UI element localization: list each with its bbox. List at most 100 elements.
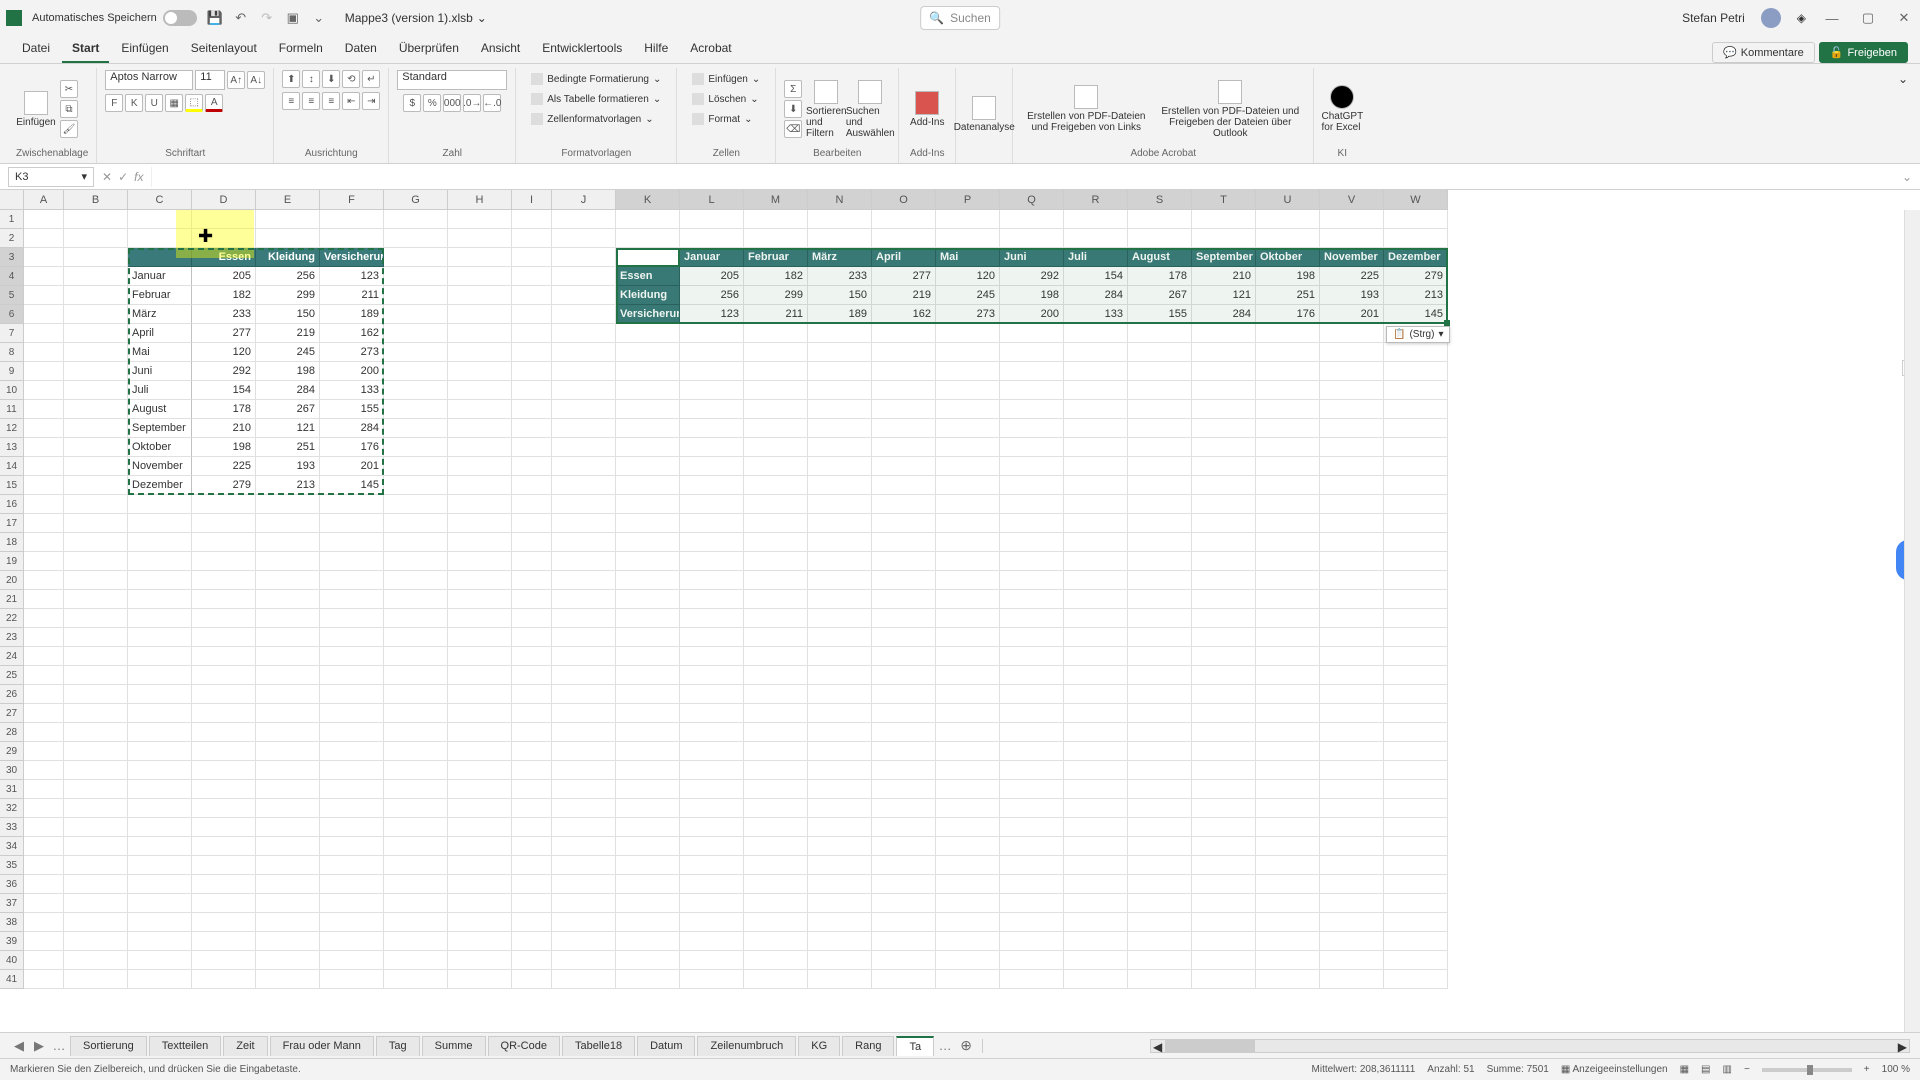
cell-E6[interactable]: 150	[256, 305, 320, 324]
cell-I30[interactable]	[512, 761, 552, 780]
cell-C22[interactable]	[128, 609, 192, 628]
cell-O23[interactable]	[872, 628, 936, 647]
font-name-select[interactable]: Aptos Narrow	[105, 70, 193, 90]
cell-E27[interactable]	[256, 704, 320, 723]
cell-U40[interactable]	[1256, 951, 1320, 970]
row-header-38[interactable]: 38	[0, 913, 24, 932]
row-header-11[interactable]: 11	[0, 400, 24, 419]
cell-E25[interactable]	[256, 666, 320, 685]
cell-S29[interactable]	[1128, 742, 1192, 761]
cell-K29[interactable]	[616, 742, 680, 761]
cell-I22[interactable]	[512, 609, 552, 628]
cell-K6[interactable]: Versicherung	[616, 305, 680, 324]
cell-J5[interactable]	[552, 286, 616, 305]
delete-cells-button[interactable]: Löschen ⌄	[685, 90, 765, 108]
cell-T4[interactable]: 210	[1192, 267, 1256, 286]
cell-L34[interactable]	[680, 837, 744, 856]
row-header-24[interactable]: 24	[0, 647, 24, 666]
cell-J22[interactable]	[552, 609, 616, 628]
cell-I28[interactable]	[512, 723, 552, 742]
cell-T24[interactable]	[1192, 647, 1256, 666]
cell-R1[interactable]	[1064, 210, 1128, 229]
cell-G10[interactable]	[384, 381, 448, 400]
cell-U19[interactable]	[1256, 552, 1320, 571]
cell-V37[interactable]	[1320, 894, 1384, 913]
cell-F6[interactable]: 189	[320, 305, 384, 324]
cell-N8[interactable]	[808, 343, 872, 362]
font-size-select[interactable]: 11	[195, 70, 225, 90]
cell-T20[interactable]	[1192, 571, 1256, 590]
cell-C10[interactable]: Juli	[128, 381, 192, 400]
sort-filter-button[interactable]: Sortieren und Filtern	[806, 80, 846, 139]
cell-E11[interactable]: 267	[256, 400, 320, 419]
cell-B15[interactable]	[64, 476, 128, 495]
cell-A37[interactable]	[24, 894, 64, 913]
cell-V12[interactable]	[1320, 419, 1384, 438]
cell-J23[interactable]	[552, 628, 616, 647]
cell-P19[interactable]	[936, 552, 1000, 571]
cell-N20[interactable]	[808, 571, 872, 590]
cell-P38[interactable]	[936, 913, 1000, 932]
cell-I33[interactable]	[512, 818, 552, 837]
cell-A4[interactable]	[24, 267, 64, 286]
cell-H5[interactable]	[448, 286, 512, 305]
cell-S12[interactable]	[1128, 419, 1192, 438]
cell-W33[interactable]	[1384, 818, 1448, 837]
cell-T12[interactable]	[1192, 419, 1256, 438]
cell-F9[interactable]: 200	[320, 362, 384, 381]
cell-W2[interactable]	[1384, 229, 1448, 248]
cell-G6[interactable]	[384, 305, 448, 324]
cell-J34[interactable]	[552, 837, 616, 856]
cell-F39[interactable]	[320, 932, 384, 951]
cell-O15[interactable]	[872, 476, 936, 495]
cell-C19[interactable]	[128, 552, 192, 571]
cell-S38[interactable]	[1128, 913, 1192, 932]
zoom-level[interactable]: 100 %	[1882, 1064, 1910, 1075]
cell-R32[interactable]	[1064, 799, 1128, 818]
cell-G1[interactable]	[384, 210, 448, 229]
cell-D37[interactable]	[192, 894, 256, 913]
cell-V34[interactable]	[1320, 837, 1384, 856]
cell-W24[interactable]	[1384, 647, 1448, 666]
font-color-button[interactable]: A	[205, 94, 223, 112]
row-header-20[interactable]: 20	[0, 571, 24, 590]
cell-G35[interactable]	[384, 856, 448, 875]
cell-A40[interactable]	[24, 951, 64, 970]
cell-L7[interactable]	[680, 324, 744, 343]
cell-O12[interactable]	[872, 419, 936, 438]
cell-P15[interactable]	[936, 476, 1000, 495]
cell-C34[interactable]	[128, 837, 192, 856]
cell-K36[interactable]	[616, 875, 680, 894]
col-header-P[interactable]: P	[936, 190, 1000, 210]
cell-K18[interactable]	[616, 533, 680, 552]
cell-T15[interactable]	[1192, 476, 1256, 495]
cell-P27[interactable]	[936, 704, 1000, 723]
cell-T13[interactable]	[1192, 438, 1256, 457]
cell-W27[interactable]	[1384, 704, 1448, 723]
cell-V33[interactable]	[1320, 818, 1384, 837]
cell-O30[interactable]	[872, 761, 936, 780]
cell-R31[interactable]	[1064, 780, 1128, 799]
cell-R17[interactable]	[1064, 514, 1128, 533]
cell-E12[interactable]: 121	[256, 419, 320, 438]
cell-U3[interactable]: Oktober	[1256, 248, 1320, 267]
cell-J40[interactable]	[552, 951, 616, 970]
cell-O2[interactable]	[872, 229, 936, 248]
cell-R38[interactable]	[1064, 913, 1128, 932]
cell-K30[interactable]	[616, 761, 680, 780]
cell-D21[interactable]	[192, 590, 256, 609]
cell-L16[interactable]	[680, 495, 744, 514]
cell-K7[interactable]	[616, 324, 680, 343]
cell-W22[interactable]	[1384, 609, 1448, 628]
cell-D29[interactable]	[192, 742, 256, 761]
cell-E23[interactable]	[256, 628, 320, 647]
cell-A38[interactable]	[24, 913, 64, 932]
cell-P12[interactable]	[936, 419, 1000, 438]
cell-E16[interactable]	[256, 495, 320, 514]
cell-V11[interactable]	[1320, 400, 1384, 419]
cell-M30[interactable]	[744, 761, 808, 780]
cell-Q17[interactable]	[1000, 514, 1064, 533]
cell-N33[interactable]	[808, 818, 872, 837]
cell-I41[interactable]	[512, 970, 552, 989]
cell-G24[interactable]	[384, 647, 448, 666]
